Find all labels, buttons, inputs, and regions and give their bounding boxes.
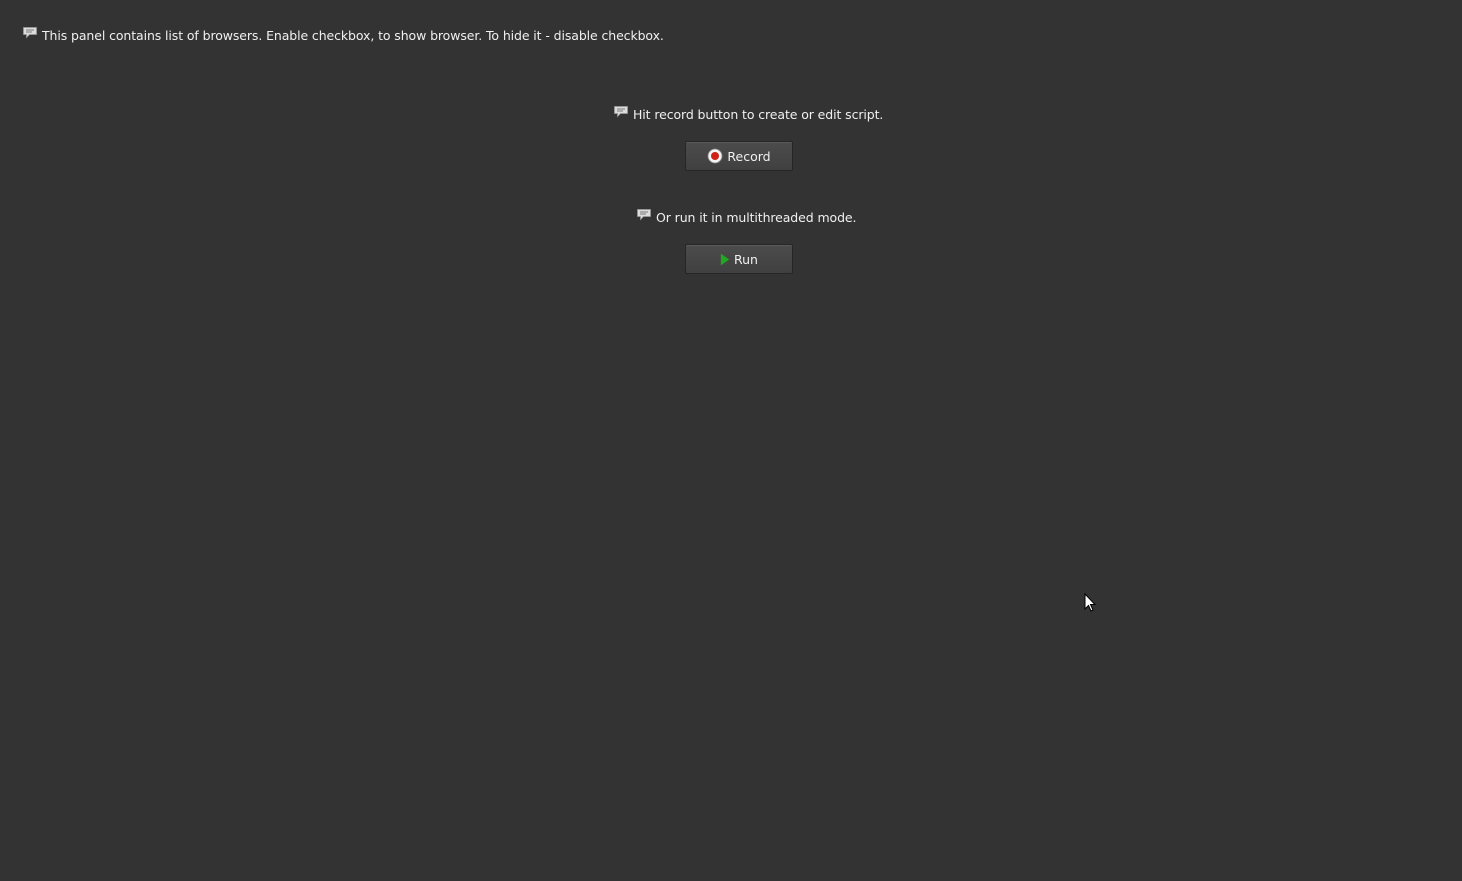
record-button[interactable]: Record — [685, 141, 793, 171]
speech-bubble-icon — [637, 208, 651, 220]
record-hint: Hit record button to create or edit scri… — [613, 105, 884, 122]
speech-bubble-icon — [614, 105, 628, 117]
play-icon — [720, 252, 730, 267]
record-button-label: Record — [727, 148, 771, 164]
run-hint-text: Or run it in multithreaded mode. — [656, 210, 857, 225]
run-button-label: Run — [734, 251, 758, 267]
mouse-cursor-icon — [1084, 593, 1096, 612]
record-icon — [707, 148, 723, 164]
start-panel: This panel contains list of browsers. En… — [0, 0, 1462, 881]
browser-list-hint-text: This panel contains list of browsers. En… — [42, 28, 664, 43]
speech-bubble-icon — [23, 26, 37, 38]
browser-list-hint: This panel contains list of browsers. En… — [22, 26, 664, 43]
run-button[interactable]: Run — [685, 244, 793, 274]
run-hint: Or run it in multithreaded mode. — [636, 208, 857, 225]
record-hint-text: Hit record button to create or edit scri… — [633, 107, 884, 122]
